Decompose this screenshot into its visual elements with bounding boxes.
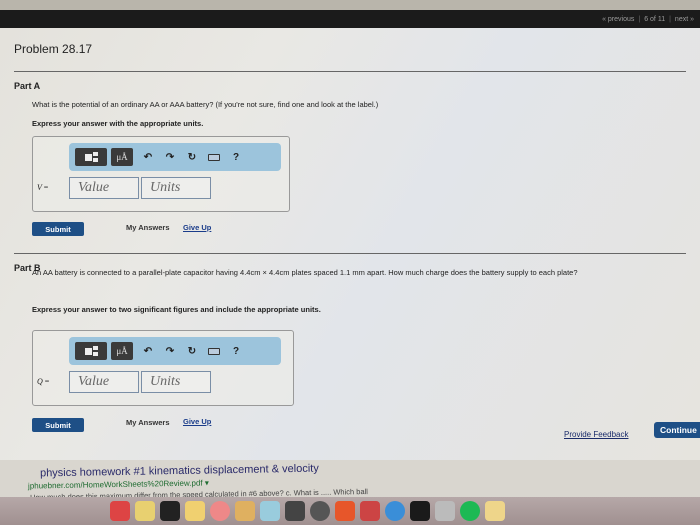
units-button[interactable]: μÅ <box>111 342 133 360</box>
dock-app-icon[interactable] <box>435 501 455 521</box>
variable-symbol: V <box>37 183 42 192</box>
dictionary-icon[interactable] <box>360 501 380 521</box>
spotify-icon[interactable] <box>460 501 480 521</box>
equals-sign: = <box>43 183 49 192</box>
undo-icon[interactable]: ↶ <box>137 148 159 166</box>
stickies-icon[interactable] <box>485 501 505 521</box>
redo-icon[interactable]: ↷ <box>159 148 181 166</box>
part-b-my-answers-link[interactable]: My Answers <box>126 418 170 427</box>
safari-icon[interactable] <box>385 501 405 521</box>
part-a-answer-box: μÅ ↶ ↷ ↻ ? V = Value Units <box>32 136 290 212</box>
search-result-url[interactable]: jphuebner.com/HomeWorkSheets%20Review.pd… <box>28 478 209 490</box>
part-b-give-up-link[interactable]: Give Up <box>183 417 211 426</box>
part-a-instruction: Express your answer with the appropriate… <box>32 119 204 128</box>
previous-link[interactable]: « previous <box>602 16 634 23</box>
terminal-icon[interactable] <box>160 501 180 521</box>
part-b-variable-label: Q = <box>37 377 49 386</box>
background-search-result: physics homework #1 kinematics displacem… <box>0 460 700 502</box>
part-a-my-answers-link[interactable]: My Answers <box>126 223 170 232</box>
redo-icon[interactable]: ↷ <box>159 342 181 360</box>
problem-page: Problem 28.17 Part A What is the potenti… <box>0 28 700 460</box>
notes-icon[interactable] <box>185 501 205 521</box>
pages-icon[interactable] <box>335 501 355 521</box>
keyboard-icon[interactable] <box>203 342 225 360</box>
part-a-question: What is the potential of an ordinary AA … <box>32 100 379 109</box>
divider <box>14 253 686 254</box>
reset-icon[interactable]: ↻ <box>181 342 203 360</box>
template-icon <box>84 347 92 355</box>
separator: | <box>638 15 641 23</box>
variable-symbol: Q <box>37 377 43 386</box>
separator: | <box>669 15 671 23</box>
continue-button[interactable]: Continue <box>654 422 700 438</box>
search-result-title[interactable]: physics homework #1 kinematics displacem… <box>40 463 319 480</box>
keyboard-icon[interactable] <box>203 148 225 166</box>
part-a-value-input[interactable]: Value <box>69 177 139 199</box>
divider <box>14 71 686 72</box>
dock-app-icon[interactable] <box>135 501 155 521</box>
dock-app-icon[interactable] <box>235 501 255 521</box>
part-a-variable-label: V = <box>37 183 48 192</box>
units-button[interactable]: μÅ <box>111 148 133 166</box>
templates-button[interactable] <box>75 148 107 166</box>
help-icon[interactable]: ? <box>225 342 247 360</box>
undo-icon[interactable]: ↶ <box>137 342 159 360</box>
part-b-units-input[interactable]: Units <box>141 371 211 393</box>
system-preferences-icon[interactable] <box>310 501 330 521</box>
help-icon[interactable]: ? <box>225 148 247 166</box>
part-b-submit-button[interactable]: Submit <box>32 418 84 432</box>
part-a-give-up-link[interactable]: Give Up <box>183 223 211 232</box>
part-b-math-toolbar: μÅ ↶ ↷ ↻ ? <box>69 337 281 365</box>
activity-monitor-icon[interactable] <box>410 501 430 521</box>
part-a-units-input[interactable]: Units <box>141 177 211 199</box>
dock <box>0 497 700 525</box>
reset-icon[interactable]: ↻ <box>181 148 203 166</box>
part-a-submit-button[interactable]: Submit <box>32 222 84 236</box>
provide-feedback-link[interactable]: Provide Feedback <box>564 430 628 439</box>
photos-icon[interactable] <box>210 501 230 521</box>
templates-button[interactable] <box>75 342 107 360</box>
browser-top-strip <box>0 0 700 10</box>
part-a-label: Part A <box>14 81 41 91</box>
problem-title: Problem 28.17 <box>14 42 93 56</box>
fraction-icon <box>92 345 98 357</box>
dock-app-icon[interactable] <box>110 501 130 521</box>
next-link[interactable]: next » <box>675 16 694 23</box>
calculator-icon[interactable] <box>285 501 305 521</box>
preview-icon[interactable] <box>260 501 280 521</box>
part-a-math-toolbar: μÅ ↶ ↷ ↻ ? <box>69 143 281 171</box>
part-b-question: An AA battery is connected to a parallel… <box>32 268 578 277</box>
problem-navbar: « previous | 6 of 11 | next » <box>0 10 700 28</box>
part-b-instruction: Express your answer to two significant f… <box>32 305 321 314</box>
template-icon <box>84 153 92 161</box>
equals-sign: = <box>44 377 50 386</box>
part-b-answer-box: μÅ ↶ ↷ ↻ ? Q = Value Units <box>32 330 294 406</box>
fraction-icon <box>92 151 98 163</box>
part-b-value-input[interactable]: Value <box>69 371 139 393</box>
problem-position: 6 of 11 <box>644 15 666 23</box>
